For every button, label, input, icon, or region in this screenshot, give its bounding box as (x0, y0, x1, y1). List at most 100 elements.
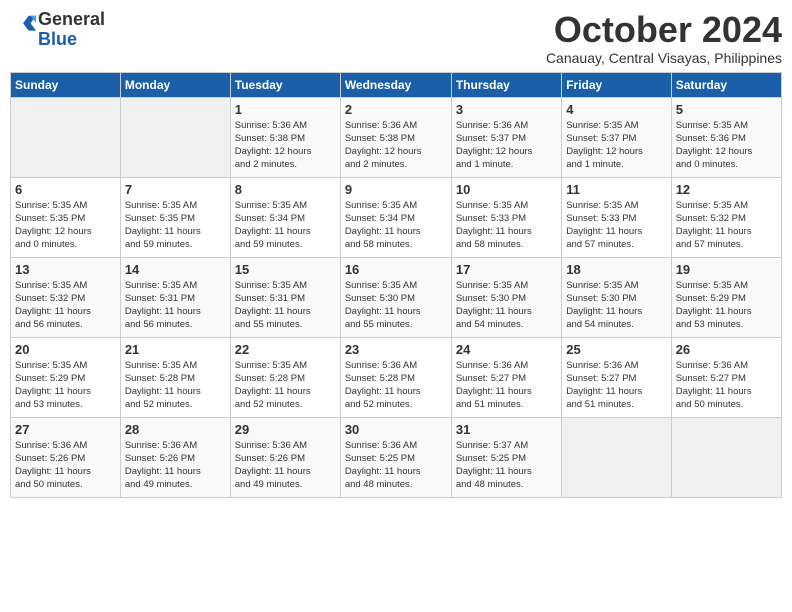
calendar-cell: 13 Sunrise: 5:35 AM Sunset: 5:32 PM Dayli… (11, 257, 121, 337)
day-number: 5 (676, 102, 777, 117)
day-info: Sunrise: 5:36 AM Sunset: 5:27 PM Dayligh… (676, 359, 777, 412)
day-info: Sunrise: 5:35 AM Sunset: 5:32 PM Dayligh… (676, 199, 777, 252)
calendar-cell: 19 Sunrise: 5:35 AM Sunset: 5:29 PM Dayli… (671, 257, 781, 337)
day-info: Sunrise: 5:36 AM Sunset: 5:37 PM Dayligh… (456, 119, 557, 172)
calendar-cell: 6 Sunrise: 5:35 AM Sunset: 5:35 PM Daylig… (11, 177, 121, 257)
day-info: Sunrise: 5:35 AM Sunset: 5:30 PM Dayligh… (456, 279, 557, 332)
logo-text-blue: Blue (38, 30, 105, 50)
day-info: Sunrise: 5:36 AM Sunset: 5:25 PM Dayligh… (345, 439, 447, 492)
calendar-cell: 27Sunrise: 5:36 AM Sunset: 5:26 PM Dayli… (11, 417, 121, 497)
day-info: Sunrise: 5:36 AM Sunset: 5:28 PM Dayligh… (345, 359, 447, 412)
day-number: 28 (125, 422, 226, 437)
day-info: Sunrise: 5:35 AM Sunset: 5:29 PM Dayligh… (676, 279, 777, 332)
calendar-cell: 20 Sunrise: 5:35 AM Sunset: 5:29 PM Dayli… (11, 337, 121, 417)
month-title: October 2024 (546, 10, 782, 50)
calendar-cell: 11 Sunrise: 5:35 AM Sunset: 5:33 PM Dayli… (562, 177, 671, 257)
calendar-cell: 17 Sunrise: 5:35 AM Sunset: 5:30 PM Dayli… (451, 257, 561, 337)
weekday-header-row: SundayMondayTuesdayWednesdayThursdayFrid… (11, 72, 782, 97)
weekday-header-cell: Sunday (11, 72, 121, 97)
calendar-cell: 2 Sunrise: 5:36 AM Sunset: 5:38 PM Daylig… (340, 97, 451, 177)
weekday-header-cell: Tuesday (230, 72, 340, 97)
calendar-week-row: 20 Sunrise: 5:35 AM Sunset: 5:29 PM Dayli… (11, 337, 782, 417)
day-number: 4 (566, 102, 666, 117)
calendar-week-row: 13 Sunrise: 5:35 AM Sunset: 5:32 PM Dayli… (11, 257, 782, 337)
calendar-cell: 21 Sunrise: 5:35 AM Sunset: 5:28 PM Dayli… (120, 337, 230, 417)
day-info: Sunrise: 5:36 AM Sunset: 5:27 PM Dayligh… (456, 359, 557, 412)
calendar-week-row: 1 Sunrise: 5:36 AM Sunset: 5:38 PM Daylig… (11, 97, 782, 177)
calendar-week-row: 6 Sunrise: 5:35 AM Sunset: 5:35 PM Daylig… (11, 177, 782, 257)
calendar-cell: 22Sunrise: 5:35 AM Sunset: 5:28 PM Dayli… (230, 337, 340, 417)
logo: General Blue (10, 10, 105, 50)
day-info: Sunrise: 5:36 AM Sunset: 5:38 PM Dayligh… (345, 119, 447, 172)
calendar-cell: 7 Sunrise: 5:35 AM Sunset: 5:35 PM Daylig… (120, 177, 230, 257)
day-info: Sunrise: 5:35 AM Sunset: 5:35 PM Dayligh… (15, 199, 116, 252)
day-number: 18 (566, 262, 666, 277)
calendar-cell: 18 Sunrise: 5:35 AM Sunset: 5:30 PM Dayli… (562, 257, 671, 337)
day-info: Sunrise: 5:35 AM Sunset: 5:34 PM Dayligh… (345, 199, 447, 252)
day-number: 19 (676, 262, 777, 277)
day-info: Sunrise: 5:35 AM Sunset: 5:28 PM Dayligh… (125, 359, 226, 412)
day-info: Sunrise: 5:35 AM Sunset: 5:30 PM Dayligh… (345, 279, 447, 332)
calendar-cell: 8Sunrise: 5:35 AM Sunset: 5:34 PM Daylig… (230, 177, 340, 257)
calendar-cell: 23 Sunrise: 5:36 AM Sunset: 5:28 PM Dayli… (340, 337, 451, 417)
location-title: Canauay, Central Visayas, Philippines (546, 50, 782, 66)
calendar-cell: 14Sunrise: 5:35 AM Sunset: 5:31 PM Dayli… (120, 257, 230, 337)
day-number: 20 (15, 342, 116, 357)
calendar-cell: 1Sunrise: 5:36 AM Sunset: 5:38 PM Daylig… (230, 97, 340, 177)
calendar-cell: 25 Sunrise: 5:36 AM Sunset: 5:27 PM Dayli… (562, 337, 671, 417)
day-number: 13 (15, 262, 116, 277)
weekday-header-cell: Thursday (451, 72, 561, 97)
day-info: Sunrise: 5:35 AM Sunset: 5:37 PM Dayligh… (566, 119, 666, 172)
calendar-cell: 10 Sunrise: 5:35 AM Sunset: 5:33 PM Dayli… (451, 177, 561, 257)
day-info: Sunrise: 5:35 AM Sunset: 5:34 PM Dayligh… (235, 199, 336, 252)
day-number: 22 (235, 342, 336, 357)
weekday-header-cell: Friday (562, 72, 671, 97)
calendar-table: SundayMondayTuesdayWednesdayThursdayFrid… (10, 72, 782, 498)
calendar-body: 1 Sunrise: 5:36 AM Sunset: 5:38 PM Daylig… (11, 97, 782, 497)
calendar-cell (671, 417, 781, 497)
day-number: 25 (566, 342, 666, 357)
title-block: October 2024 Canauay, Central Visayas, P… (546, 10, 782, 66)
day-number: 26 (676, 342, 777, 357)
day-info: Sunrise: 5:36 AM Sunset: 5:26 PM Dayligh… (125, 439, 226, 492)
day-number: 11 (566, 182, 666, 197)
day-info: Sunrise: 5:35 AM Sunset: 5:33 PM Dayligh… (566, 199, 666, 252)
day-info: Sunrise: 5:35 AM Sunset: 5:33 PM Dayligh… (456, 199, 557, 252)
calendar-cell: 15 Sunrise: 5:35 AM Sunset: 5:31 PM Dayli… (230, 257, 340, 337)
day-number: 30 (345, 422, 447, 437)
calendar-cell (562, 417, 671, 497)
day-number: 23 (345, 342, 447, 357)
day-info: Sunrise: 5:35 AM Sunset: 5:32 PM Dayligh… (15, 279, 116, 332)
day-number: 12 (676, 182, 777, 197)
day-number: 10 (456, 182, 557, 197)
logo-text-general: General (38, 10, 105, 30)
day-info: Sunrise: 5:36 AM Sunset: 5:26 PM Dayligh… (235, 439, 336, 492)
weekday-header-cell: Saturday (671, 72, 781, 97)
calendar-cell (11, 97, 121, 177)
calendar-cell: 16Sunrise: 5:35 AM Sunset: 5:30 PM Dayli… (340, 257, 451, 337)
day-info: Sunrise: 5:35 AM Sunset: 5:31 PM Dayligh… (235, 279, 336, 332)
calendar-week-row: 27Sunrise: 5:36 AM Sunset: 5:26 PM Dayli… (11, 417, 782, 497)
day-number: 1 (235, 102, 336, 117)
page-header: General Blue October 2024 Canauay, Centr… (10, 10, 782, 66)
calendar-cell: 5Sunrise: 5:35 AM Sunset: 5:36 PM Daylig… (671, 97, 781, 177)
day-number: 15 (235, 262, 336, 277)
calendar-cell: 31Sunrise: 5:37 AM Sunset: 5:25 PM Dayli… (451, 417, 561, 497)
day-info: Sunrise: 5:36 AM Sunset: 5:27 PM Dayligh… (566, 359, 666, 412)
calendar-cell: 9Sunrise: 5:35 AM Sunset: 5:34 PM Daylig… (340, 177, 451, 257)
calendar-cell: 26 Sunrise: 5:36 AM Sunset: 5:27 PM Dayli… (671, 337, 781, 417)
calendar-cell: 28 Sunrise: 5:36 AM Sunset: 5:26 PM Dayli… (120, 417, 230, 497)
day-info: Sunrise: 5:35 AM Sunset: 5:35 PM Dayligh… (125, 199, 226, 252)
day-number: 21 (125, 342, 226, 357)
day-number: 6 (15, 182, 116, 197)
logo-icon (10, 12, 38, 40)
day-info: Sunrise: 5:35 AM Sunset: 5:30 PM Dayligh… (566, 279, 666, 332)
calendar-cell (120, 97, 230, 177)
calendar-cell: 29Sunrise: 5:36 AM Sunset: 5:26 PM Dayli… (230, 417, 340, 497)
day-info: Sunrise: 5:35 AM Sunset: 5:29 PM Dayligh… (15, 359, 116, 412)
day-info: Sunrise: 5:35 AM Sunset: 5:31 PM Dayligh… (125, 279, 226, 332)
day-number: 2 (345, 102, 447, 117)
day-number: 17 (456, 262, 557, 277)
calendar-cell: 24Sunrise: 5:36 AM Sunset: 5:27 PM Dayli… (451, 337, 561, 417)
day-number: 7 (125, 182, 226, 197)
